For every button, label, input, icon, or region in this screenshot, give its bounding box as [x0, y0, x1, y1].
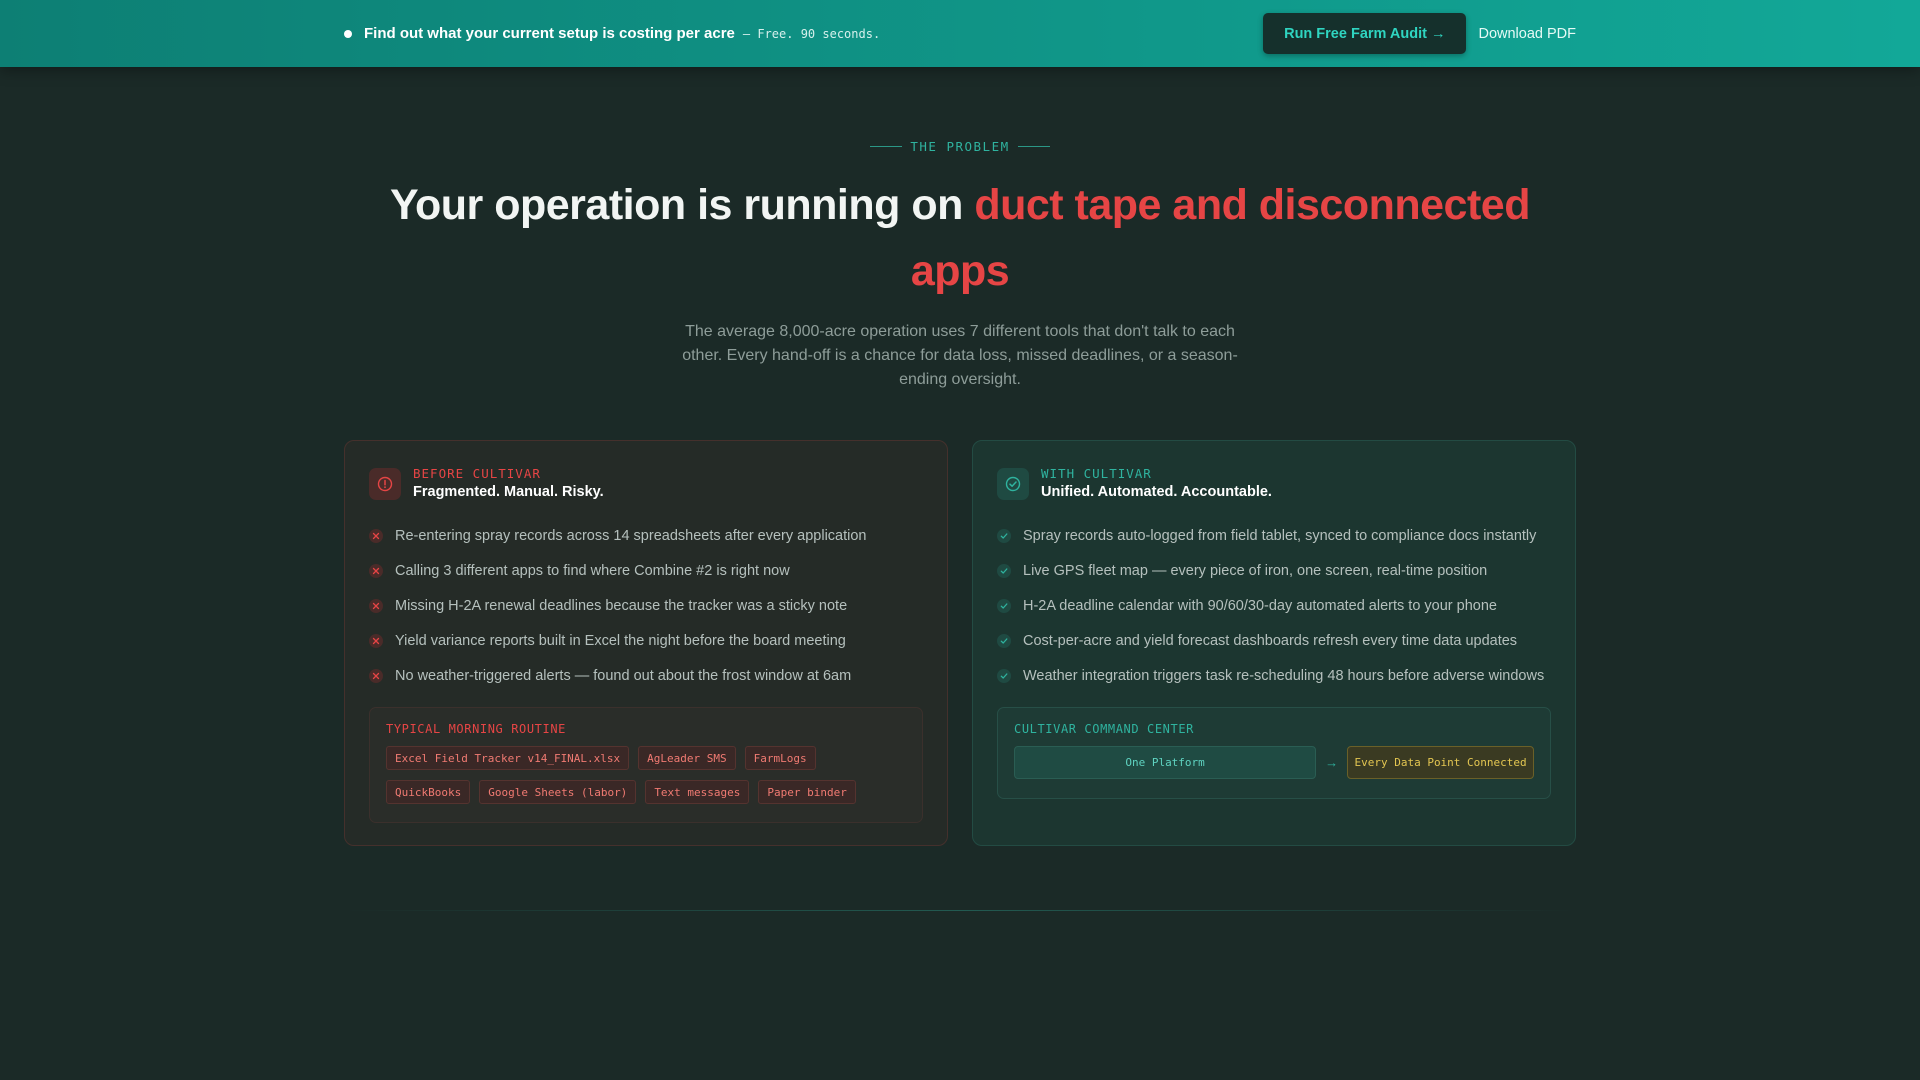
before-card-title: Fragmented. Manual. Risky. [413, 484, 604, 500]
check-mark-icon [997, 668, 1011, 683]
after-benefit-list: Spray records auto-logged from field tab… [997, 518, 1551, 693]
x-mark-icon [369, 668, 383, 683]
one-platform-pill: One Platform [1014, 746, 1317, 779]
tool-tag: AgLeader SMS [638, 746, 736, 770]
before-pain-list: Re-entering spray records across 14 spre… [369, 518, 923, 693]
run-farm-audit-button[interactable]: Run Free Farm Audit → [1263, 13, 1467, 54]
list-item-text: Weather integration triggers task re-sch… [1023, 667, 1545, 684]
after-card-kicker: WITH CULTIVAR [1041, 466, 1152, 481]
list-item-text: Cost-per-acre and yield forecast dashboa… [1023, 632, 1518, 649]
promo-banner: Find out what your current setup is cost… [0, 0, 1920, 67]
tool-tag-list: Excel Field Tracker v14_FINAL.xlsx AgLea… [386, 746, 906, 804]
command-center-panel: CULTIVAR COMMAND CENTER One Platform → E… [997, 707, 1551, 799]
check-mark-icon [997, 633, 1011, 648]
morning-routine-label: TYPICAL MORNING ROUTINE [386, 722, 566, 736]
check-circle-icon [997, 468, 1029, 500]
x-mark-icon [369, 598, 383, 613]
before-card-kicker: BEFORE CULTIVAR [413, 466, 541, 481]
banner-message-group: Find out what your current setup is cost… [344, 25, 880, 42]
section-label-text: THE PROBLEM [910, 139, 1010, 154]
list-item-text: Missing H-2A renewal deadlines because t… [395, 597, 848, 614]
tool-tag: FarmLogs [744, 746, 816, 770]
before-cultivar-card: BEFORE CULTIVAR Fragmented. Manual. Risk… [344, 440, 948, 846]
list-item: Missing H-2A renewal deadlines because t… [369, 588, 923, 623]
list-item: Yield variance reports built in Excel th… [369, 623, 923, 658]
banner-content: Find out what your current setup is cost… [344, 0, 1576, 67]
section-divider [344, 910, 1576, 911]
list-item-text: Yield variance reports built in Excel th… [395, 632, 846, 649]
list-item: Spray records auto-logged from field tab… [997, 518, 1551, 553]
command-center-label: CULTIVAR COMMAND CENTER [1014, 722, 1194, 736]
banner-note: — Free. 90 seconds. [742, 26, 881, 41]
list-item: Weather integration triggers task re-sch… [997, 658, 1551, 693]
list-item-text: H-2A deadline calendar with 90/60/30-day… [1023, 597, 1497, 614]
list-item: Cost-per-acre and yield forecast dashboa… [997, 623, 1551, 658]
section-subtext: The average 8,000-acre operation uses 7 … [682, 323, 1238, 388]
x-mark-icon [369, 528, 383, 543]
list-item: Calling 3 different apps to find where C… [369, 553, 923, 588]
tool-tag: QuickBooks [386, 780, 471, 804]
headline-accent: duct tape and disconnected apps [910, 181, 1531, 295]
tool-tag: Excel Field Tracker v14_FINAL.xlsx [386, 746, 630, 770]
section-label: THE PROBLEM [0, 139, 1920, 154]
headline-plain: Your operation is running on [390, 181, 975, 229]
list-item-text: Spray records auto-logged from field tab… [1023, 527, 1537, 544]
with-cultivar-card: WITH CULTIVAR Unified. Automated. Accoun… [972, 440, 1576, 846]
after-card-title: Unified. Automated. Accountable. [1041, 484, 1272, 500]
download-pdf-link[interactable]: Download PDF [1478, 26, 1576, 42]
page-headline: Your operation is running on duct tape a… [360, 172, 1560, 304]
list-item: H-2A deadline calendar with 90/60/30-day… [997, 588, 1551, 623]
data-connected-pill: Every Data Point Connected [1347, 746, 1534, 779]
list-item-text: Live GPS fleet map — every piece of iron… [1023, 562, 1488, 579]
platform-flow: One Platform → Every Data Point Connecte… [1014, 746, 1534, 779]
before-card-header: BEFORE CULTIVAR Fragmented. Manual. Risk… [369, 465, 923, 500]
list-item: Re-entering spray records across 14 spre… [369, 518, 923, 553]
check-mark-icon [997, 528, 1011, 543]
label-rule-left [870, 146, 903, 147]
tool-tag: Paper binder [758, 780, 856, 804]
alert-circle-icon [369, 468, 401, 500]
banner-message: Find out what your current setup is cost… [364, 25, 735, 42]
check-mark-icon [997, 563, 1011, 578]
list-item-text: Re-entering spray records across 14 spre… [395, 527, 867, 544]
tool-tag: Google Sheets (labor) [479, 780, 637, 804]
list-item-text: Calling 3 different apps to find where C… [395, 562, 790, 579]
morning-routine-panel: TYPICAL MORNING ROUTINE Excel Field Trac… [369, 707, 923, 823]
list-item-text: No weather-triggered alerts — found out … [395, 667, 852, 684]
after-card-header: WITH CULTIVAR Unified. Automated. Accoun… [997, 465, 1551, 500]
x-mark-icon [369, 563, 383, 578]
label-rule-right [1017, 146, 1050, 147]
arrow-right-icon: → [1325, 755, 1339, 770]
bullet-dot-icon [344, 29, 352, 38]
list-item: No weather-triggered alerts — found out … [369, 658, 923, 693]
banner-actions: Run Free Farm Audit → Download PDF [1263, 13, 1576, 54]
tool-tag: Text messages [645, 780, 750, 804]
x-mark-icon [369, 633, 383, 648]
check-mark-icon [997, 598, 1011, 613]
list-item: Live GPS fleet map — every piece of iron… [997, 553, 1551, 588]
